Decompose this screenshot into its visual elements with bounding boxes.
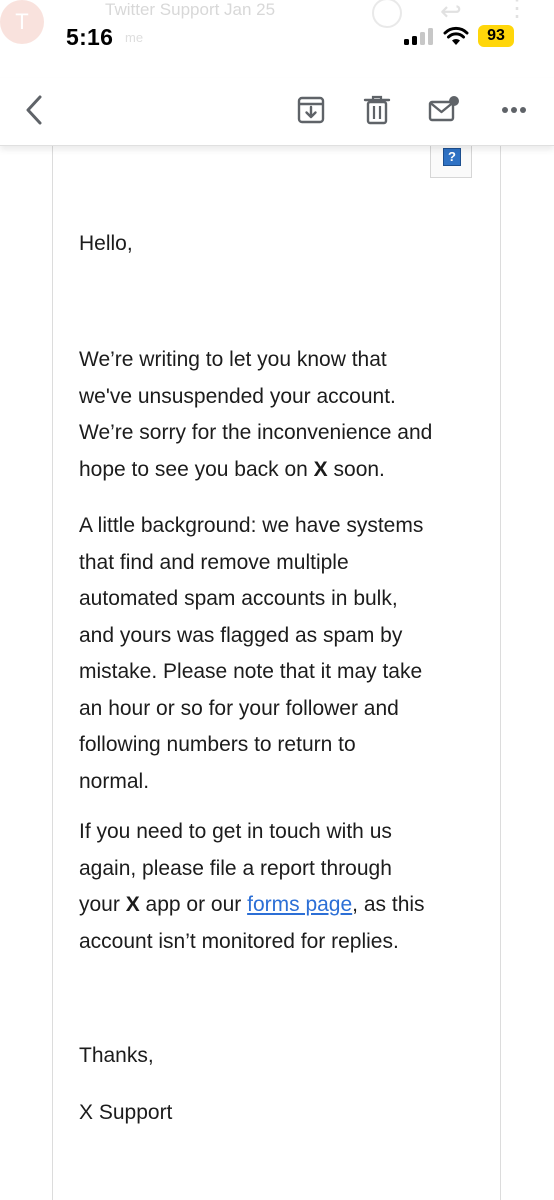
recipient-label: me [125,30,144,45]
cellular-signal-icon [404,28,434,45]
email-greeting: Hello, [79,232,133,255]
text-line: an hour or so for your follower and [79,696,399,720]
text-line: normal. [79,769,150,793]
text-line: If you need to get in touch with us [79,820,392,843]
delete-button[interactable] [357,90,397,130]
email-paragraph-2: A little background: we have systems tha… [79,508,499,800]
email-paragraph-3: If you need to get in touch with us agai… [79,814,499,960]
text-line: that find and remove multiple [79,550,349,574]
text-line: hope to see you back on X soon. [79,457,385,481]
trash-icon [363,95,391,125]
x-logo-icon: X [313,457,328,481]
text-line: mistake. Please note that it may take [79,660,423,683]
email-signature: X Support [79,1101,173,1124]
x-logo-icon: X [125,893,140,916]
back-button[interactable] [14,90,54,130]
text-line: your X app or our forms page, as this [79,893,425,916]
battery-indicator: 93 [478,25,514,47]
text-line: A little background: we have systems [79,514,424,537]
text-line: We’re writing to let you know that [79,348,387,371]
text-line: and yours was flagged as spam by [79,623,403,647]
status-bar: T Twitter Support Jan 25 me ↩ ⋮ 5:16 93 [0,0,554,78]
archive-button[interactable] [291,90,331,130]
text-line: we've unsuspended your account. [79,384,396,408]
email-paragraph-1: We’re writing to let you know that we've… [79,342,499,488]
text-line: following numbers to return to [79,733,356,756]
archive-icon [297,96,325,124]
more-options-button[interactable] [494,90,534,130]
more-vert-icon: ⋮ [505,0,529,22]
sender-avatar: T [0,0,44,44]
text-line: account isn’t monitored for replies. [79,929,399,953]
more-icon [502,107,526,113]
sender-name: Twitter Support Jan 25 [105,0,276,19]
reply-icon: ↩ [440,0,462,26]
status-time: 5:16 [66,24,114,50]
forms-page-link[interactable]: forms page [247,893,352,916]
emoji-icon [372,0,402,28]
message-toolbar [0,78,554,146]
mark-unread-icon [428,96,459,122]
wifi-icon [443,26,469,45]
text-line: automated spam accounts in bulk, [79,587,398,610]
text-line: again, please file a report through [79,856,392,880]
text-line: We’re sorry for the inconvenience and [79,421,433,444]
back-icon [26,95,42,125]
mark-unread-button[interactable] [424,90,464,130]
image-placeholder-icon: ? [443,148,461,166]
email-closing: Thanks, [79,1044,154,1067]
